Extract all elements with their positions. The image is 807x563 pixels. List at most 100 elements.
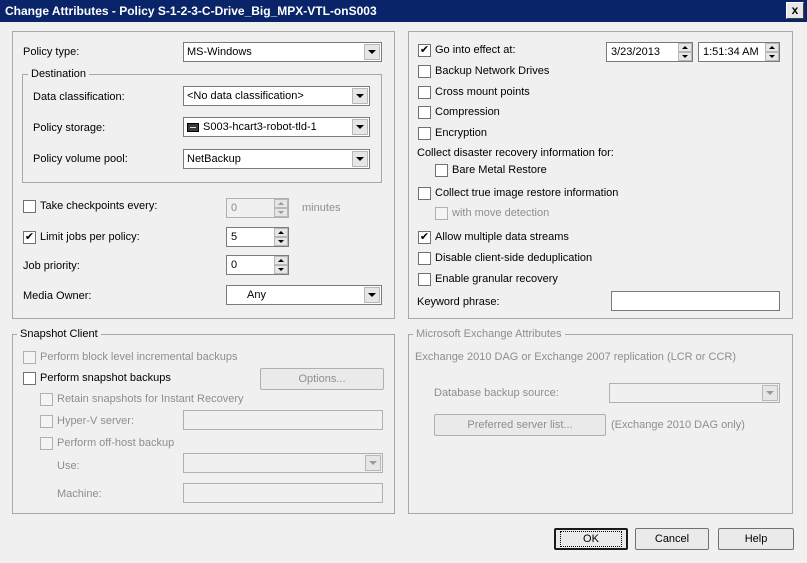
data-classification-value: <No data classification> xyxy=(187,90,304,102)
chevron-down-icon[interactable] xyxy=(352,151,368,167)
encryption-checkbox[interactable] xyxy=(418,127,431,140)
multiple-streams-checkbox[interactable]: ✔ xyxy=(418,231,431,244)
cross-mount-points-label: Cross mount points xyxy=(435,86,530,98)
options-button[interactable]: Options... xyxy=(260,368,384,390)
data-classification-select[interactable]: <No data classification> xyxy=(183,86,370,106)
spin-up-icon[interactable] xyxy=(274,256,288,265)
collect-dr-label: Collect disaster recovery information fo… xyxy=(417,147,614,159)
close-icon[interactable]: x xyxy=(786,2,804,19)
go-into-effect-label: Go into effect at: xyxy=(435,44,516,56)
policy-type-select[interactable]: MS-Windows xyxy=(183,42,382,62)
data-classification-label: Data classification: xyxy=(33,91,125,103)
true-image-restore-label: Collect true image restore information xyxy=(435,187,619,199)
db-backup-source-select[interactable] xyxy=(609,383,780,403)
spin-up-icon[interactable] xyxy=(678,43,692,52)
checkpoints-value: 0 xyxy=(231,202,238,214)
machine-input[interactable] xyxy=(183,483,383,503)
granular-recovery-label: Enable granular recovery xyxy=(435,273,558,285)
spin-up-icon[interactable] xyxy=(765,43,779,52)
hyperv-server-label: Hyper-V server: xyxy=(57,415,135,427)
window-titlebar: Change Attributes - Policy S-1-2-3-C-Dri… xyxy=(0,0,807,22)
bare-metal-restore-checkbox[interactable] xyxy=(435,164,448,177)
retain-snapshots-label: Retain snapshots for Instant Recovery xyxy=(57,393,244,405)
snapshot-backups-checkbox[interactable] xyxy=(23,372,36,385)
encryption-label: Encryption xyxy=(435,127,487,139)
client-dedup-label: Disable client-side deduplication xyxy=(435,252,593,264)
cancel-button[interactable]: Cancel xyxy=(635,528,709,550)
compression-checkbox[interactable] xyxy=(418,106,431,119)
volume-pool-select[interactable]: NetBackup xyxy=(183,149,370,169)
compression-label: Compression xyxy=(435,106,500,118)
spin-down-icon[interactable] xyxy=(678,52,692,61)
volume-pool-label: Policy volume pool: xyxy=(33,153,128,165)
help-button[interactable]: Help xyxy=(718,528,794,550)
offhost-backup-checkbox[interactable] xyxy=(40,437,53,450)
window-title: Change Attributes - Policy S-1-2-3-C-Dri… xyxy=(5,4,377,18)
true-image-restore-checkbox[interactable] xyxy=(418,187,431,200)
limit-jobs-checkbox[interactable]: ✔ xyxy=(23,231,36,244)
policy-storage-label: Policy storage: xyxy=(33,122,106,134)
chevron-down-icon[interactable] xyxy=(352,119,368,135)
block-level-label: Perform block level incremental backups xyxy=(40,351,238,363)
spin-down-icon[interactable] xyxy=(274,208,288,217)
spin-down-icon[interactable] xyxy=(765,52,779,61)
bare-metal-restore-label: Bare Metal Restore xyxy=(452,164,547,176)
block-level-checkbox[interactable] xyxy=(23,351,36,364)
exchange-attributes-legend: Microsoft Exchange Attributes xyxy=(413,328,565,341)
spin-up-icon[interactable] xyxy=(274,199,288,208)
limit-jobs-label: Limit jobs per policy: xyxy=(40,231,140,243)
hyperv-server-checkbox[interactable] xyxy=(40,415,53,428)
job-priority-label: Job priority: xyxy=(23,260,80,272)
job-priority-value: 0 xyxy=(231,259,238,271)
granular-recovery-checkbox[interactable] xyxy=(418,273,431,286)
tape-drive-icon xyxy=(187,122,199,132)
policy-storage-value: S003-hcart3-robot-tld-1 xyxy=(203,121,317,133)
chevron-down-icon[interactable] xyxy=(364,287,380,303)
offhost-backup-label: Perform off-host backup xyxy=(57,437,175,449)
keyword-phrase-input[interactable] xyxy=(611,291,780,311)
backup-network-drives-checkbox[interactable] xyxy=(418,65,431,78)
move-detection-label: with move detection xyxy=(452,207,550,219)
media-owner-value: Any xyxy=(247,289,266,301)
client-dedup-checkbox[interactable] xyxy=(418,252,431,265)
spin-down-icon[interactable] xyxy=(274,265,288,274)
move-detection-checkbox[interactable] xyxy=(435,207,448,220)
db-backup-source-label: Database backup source: xyxy=(434,387,559,399)
effective-date-value: 3/23/2013 xyxy=(611,46,660,58)
checkpoints-label: Take checkpoints every: xyxy=(40,200,158,212)
policy-type-value: MS-Windows xyxy=(187,46,252,58)
machine-label: Machine: xyxy=(57,488,102,500)
keyword-phrase-label: Keyword phrase: xyxy=(417,296,500,308)
destination-legend: Destination xyxy=(28,68,90,81)
backup-network-drives-label: Backup Network Drives xyxy=(435,65,550,77)
use-label: Use: xyxy=(57,460,80,472)
effective-date-picker[interactable]: 3/23/2013 xyxy=(606,42,693,62)
multiple-streams-label: Allow multiple data streams xyxy=(435,231,569,243)
chevron-down-icon[interactable] xyxy=(365,455,381,471)
policy-storage-select[interactable]: S003-hcart3-robot-tld-1 xyxy=(183,117,370,137)
media-owner-select[interactable]: Any xyxy=(226,285,382,305)
limit-jobs-stepper[interactable]: 5 xyxy=(226,227,289,247)
checkpoints-unit: minutes xyxy=(302,202,341,214)
effective-time-value: 1:51:34 AM xyxy=(703,46,759,58)
ok-button[interactable]: OK xyxy=(554,528,628,550)
hyperv-server-input[interactable] xyxy=(183,410,383,430)
go-into-effect-checkbox[interactable]: ✔ xyxy=(418,44,431,57)
checkpoints-stepper[interactable]: 0 xyxy=(226,198,289,218)
chevron-down-icon[interactable] xyxy=(762,385,778,401)
job-priority-stepper[interactable]: 0 xyxy=(226,255,289,275)
chevron-down-icon[interactable] xyxy=(352,88,368,104)
checkpoints-checkbox[interactable] xyxy=(23,200,36,213)
spin-up-icon[interactable] xyxy=(274,228,288,237)
cross-mount-points-checkbox[interactable] xyxy=(418,86,431,99)
preferred-server-list-button[interactable]: Preferred server list... xyxy=(434,414,606,436)
effective-time-picker[interactable]: 1:51:34 AM xyxy=(698,42,780,62)
limit-jobs-value: 5 xyxy=(231,231,238,243)
spin-down-icon[interactable] xyxy=(274,237,288,246)
use-select[interactable] xyxy=(183,453,383,473)
dag-only-label: (Exchange 2010 DAG only) xyxy=(611,419,745,431)
chevron-down-icon[interactable] xyxy=(364,44,380,60)
volume-pool-value: NetBackup xyxy=(187,153,241,165)
snapshot-client-legend: Snapshot Client xyxy=(17,328,101,341)
retain-snapshots-checkbox[interactable] xyxy=(40,393,53,406)
